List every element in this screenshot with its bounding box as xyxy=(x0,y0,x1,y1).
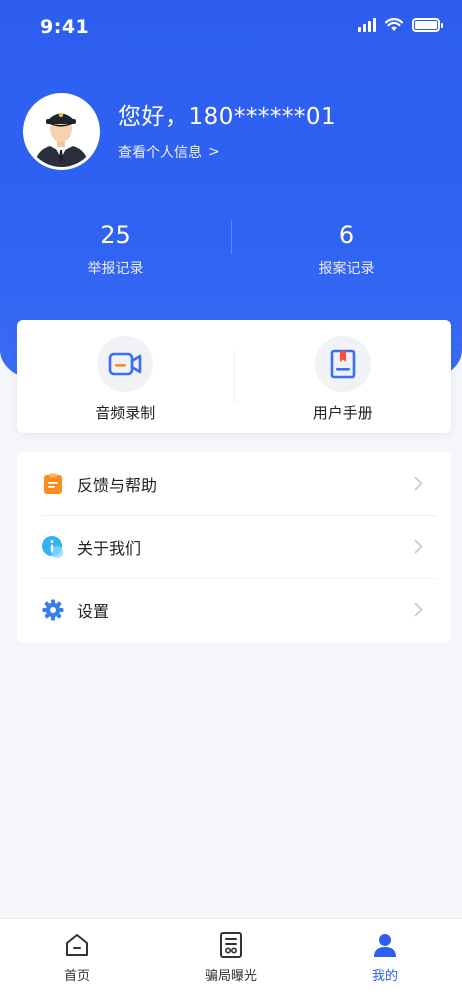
menu-item-feedback-label: 反馈与帮助 xyxy=(77,475,158,495)
chevron-right-icon xyxy=(414,539,423,554)
tab-mine[interactable]: 我的 xyxy=(308,919,462,1000)
feedback-icon xyxy=(41,472,65,496)
user-manual-button[interactable]: 用户手册 xyxy=(235,320,452,433)
user-icon xyxy=(371,931,399,959)
status-icons xyxy=(358,18,443,32)
view-profile-link[interactable]: 查看个人信息 > xyxy=(118,142,336,162)
battery-icon xyxy=(412,18,443,32)
chevron-right-icon xyxy=(414,602,423,617)
stats-divider xyxy=(231,220,232,254)
tab-scam-exposure[interactable]: 骗局曝光 xyxy=(154,919,308,1000)
tab-mine-label: 我的 xyxy=(371,969,398,984)
tab-home[interactable]: 首页 xyxy=(0,919,154,1000)
stat-cases-value: 6 xyxy=(338,221,355,249)
settings-menu: 反馈与帮助 关于我们 设置 xyxy=(17,452,451,642)
stat-cases-label: 报案记录 xyxy=(318,261,375,277)
avatar[interactable] xyxy=(23,93,100,170)
menu-item-feedback[interactable]: 反馈与帮助 xyxy=(17,452,451,515)
audio-record-button[interactable]: 音频录制 xyxy=(17,320,234,433)
tab-scam-exposure-label: 骗局曝光 xyxy=(204,969,257,984)
manual-book-icon xyxy=(314,336,371,392)
menu-item-settings-label: 设置 xyxy=(77,601,110,621)
user-manual-label: 用户手册 xyxy=(312,404,373,422)
stat-reports-label: 举报记录 xyxy=(87,261,144,277)
gear-icon xyxy=(41,598,65,622)
chevron-right-icon: > xyxy=(208,143,220,160)
audio-record-label: 音频录制 xyxy=(95,404,156,422)
video-record-icon xyxy=(97,336,154,392)
quick-actions-card: 音频录制 用户手册 xyxy=(17,320,451,433)
bottom-tab-bar: 首页 骗局曝光 我的 xyxy=(0,918,462,1000)
info-icon xyxy=(41,535,65,559)
home-icon xyxy=(63,931,91,959)
stat-cases[interactable]: 6 报案记录 xyxy=(231,220,462,284)
newspaper-icon xyxy=(217,931,245,959)
stat-reports-value: 25 xyxy=(100,221,131,249)
wifi-icon xyxy=(385,18,403,31)
signal-icon xyxy=(358,18,376,32)
menu-item-about[interactable]: 关于我们 xyxy=(17,515,451,578)
menu-item-settings[interactable]: 设置 xyxy=(17,578,451,641)
status-bar: 9:41 xyxy=(0,0,462,56)
status-time: 9:41 xyxy=(40,16,90,38)
view-profile-label: 查看个人信息 xyxy=(118,144,202,161)
stats-row: 25 举报记录 6 报案记录 xyxy=(0,220,462,284)
chevron-right-icon xyxy=(414,476,423,491)
tab-home-label: 首页 xyxy=(63,969,90,984)
menu-item-about-label: 关于我们 xyxy=(77,538,142,558)
stat-reports[interactable]: 25 举报记录 xyxy=(0,220,231,284)
greeting-text: 您好，180******01 xyxy=(118,103,337,130)
profile-summary[interactable]: 您好，180******01 查看个人信息 > xyxy=(23,93,336,170)
